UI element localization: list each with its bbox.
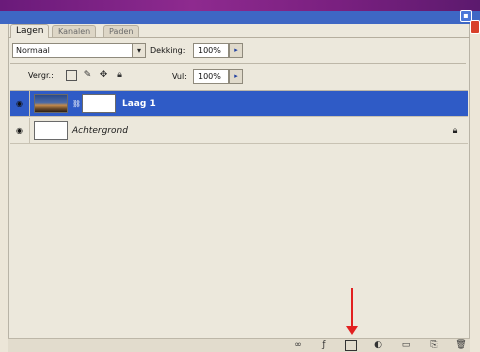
layer-mask-thumbnail[interactable] [82,94,116,113]
tab-lagen[interactable]: Lagen [10,24,50,38]
new-layer-icon[interactable]: ⎘ [428,340,440,351]
lock-pixels-icon[interactable]: ✎ [82,70,93,81]
options-divider [10,63,466,64]
mask-link-icon[interactable]: ⛓ [72,99,81,109]
visibility-toggle[interactable]: ◉ [10,91,30,117]
fill-input[interactable]: 100% [193,69,229,84]
opacity-label: Dekking: [150,46,186,55]
annotation-arrow-head [346,326,358,335]
window-background-strip [0,0,480,11]
lock-position-icon[interactable]: ✥ [98,70,109,81]
panel-title-bar [0,11,480,24]
blend-mode-value: Normaal [16,46,50,55]
new-group-icon[interactable]: ▭ [400,340,412,351]
tab-divider [8,37,470,38]
delete-layer-icon[interactable]: 🗑︎ [455,340,467,351]
blend-mode-select[interactable]: Normaal ▾ [12,43,146,58]
chevron-down-icon[interactable]: ▾ [132,44,145,57]
window-close-button[interactable] [470,20,480,34]
eye-icon[interactable]: ◉ [14,99,25,108]
eye-icon[interactable]: ◉ [14,126,25,135]
lock-icon: 🔒︎ [452,126,458,136]
lock-all-icon[interactable]: 🔒︎ [114,70,125,81]
layers-list: ◉ ⛓ Laag 1 ◉ Achtergrond 🔒︎ [10,90,468,336]
annotation-arrow-shaft [351,288,353,328]
layer-thumbnail [34,94,68,113]
fill-slider-button[interactable]: ▸ [229,69,243,84]
link-icon[interactable]: ∞ [292,340,304,351]
panel-tabs: Lagen Kanalen Paden [10,24,460,38]
add-mask-icon[interactable] [345,340,357,351]
visibility-toggle[interactable]: ◉ [10,118,30,144]
layer-thumbnail [34,121,68,140]
adjustment-layer-icon[interactable]: ◐ [372,340,384,351]
fill-label: Vul: [172,72,187,81]
lock-transparency-icon[interactable] [66,70,77,81]
opacity-slider-button[interactable]: ▸ [229,43,243,58]
lock-label: Vergr.: [28,71,54,80]
opacity-input[interactable]: 100% [193,43,229,58]
layer-name: Achtergrond [72,126,128,136]
layer-style-icon[interactable]: ƒ [318,340,330,351]
layer-row-laag-1[interactable]: ◉ ⛓ Laag 1 [10,91,468,117]
layer-name: Laag 1 [122,99,156,109]
layer-row-achtergrond[interactable]: ◉ Achtergrond 🔒︎ [10,118,468,144]
